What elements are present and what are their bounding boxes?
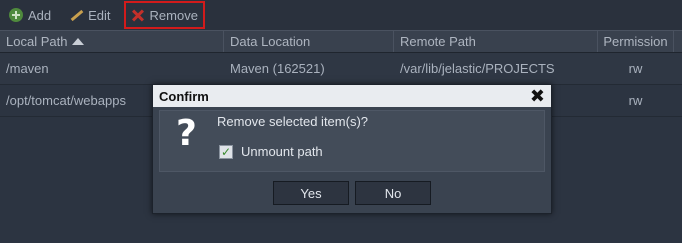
column-header-local-path[interactable]: Local Path	[0, 31, 224, 52]
dialog-buttons: Yes No	[153, 181, 551, 205]
cell-remote-path: /var/lib/jelastic/PROJECTS	[400, 61, 555, 76]
cell-local-path: /maven	[6, 61, 49, 76]
table-row[interactable]: /maven Maven (162521) /var/lib/jelastic/…	[0, 53, 682, 85]
remove-button[interactable]: Remove	[123, 1, 205, 29]
confirm-dialog: Confirm ✖ ? Remove selected item(s)? ✓ U…	[152, 84, 552, 214]
edit-label: Edit	[88, 7, 111, 23]
no-button[interactable]: No	[355, 181, 431, 205]
cell-permission: rw	[628, 61, 643, 76]
column-header-remote-path[interactable]: Remote Path	[394, 31, 598, 52]
yes-button[interactable]: Yes	[273, 181, 349, 205]
unmount-path-label: Unmount path	[241, 144, 323, 159]
dialog-body: ? Remove selected item(s)? ✓ Unmount pat…	[159, 110, 545, 172]
remove-label: Remove	[149, 7, 198, 23]
column-header-data-location[interactable]: Data Location	[224, 31, 394, 52]
unmount-path-option[interactable]: ✓ Unmount path	[219, 144, 323, 159]
unmount-path-checkbox[interactable]: ✓	[219, 144, 233, 159]
dialog-header: Confirm ✖	[153, 85, 551, 107]
column-header-permission[interactable]: Permission	[598, 31, 674, 52]
add-button[interactable]: Add	[4, 2, 56, 28]
question-icon: ?	[176, 113, 197, 154]
dialog-title: Confirm	[159, 88, 209, 104]
sort-ascending-icon	[72, 38, 85, 45]
edit-button[interactable]: Edit	[64, 2, 115, 28]
pencil-icon	[69, 8, 83, 22]
cell-permission: rw	[628, 93, 643, 108]
close-icon[interactable]: ✖	[530, 87, 545, 105]
cell-data-location: Maven (162521)	[230, 61, 325, 76]
add-icon	[9, 8, 23, 22]
remove-x-icon	[131, 8, 145, 22]
grid-header: Local Path Data Location Remote Path Per…	[0, 30, 682, 53]
toolbar: Add Edit Remove	[0, 0, 682, 30]
add-label: Add	[28, 7, 52, 23]
dialog-message: Remove selected item(s)?	[217, 114, 368, 129]
